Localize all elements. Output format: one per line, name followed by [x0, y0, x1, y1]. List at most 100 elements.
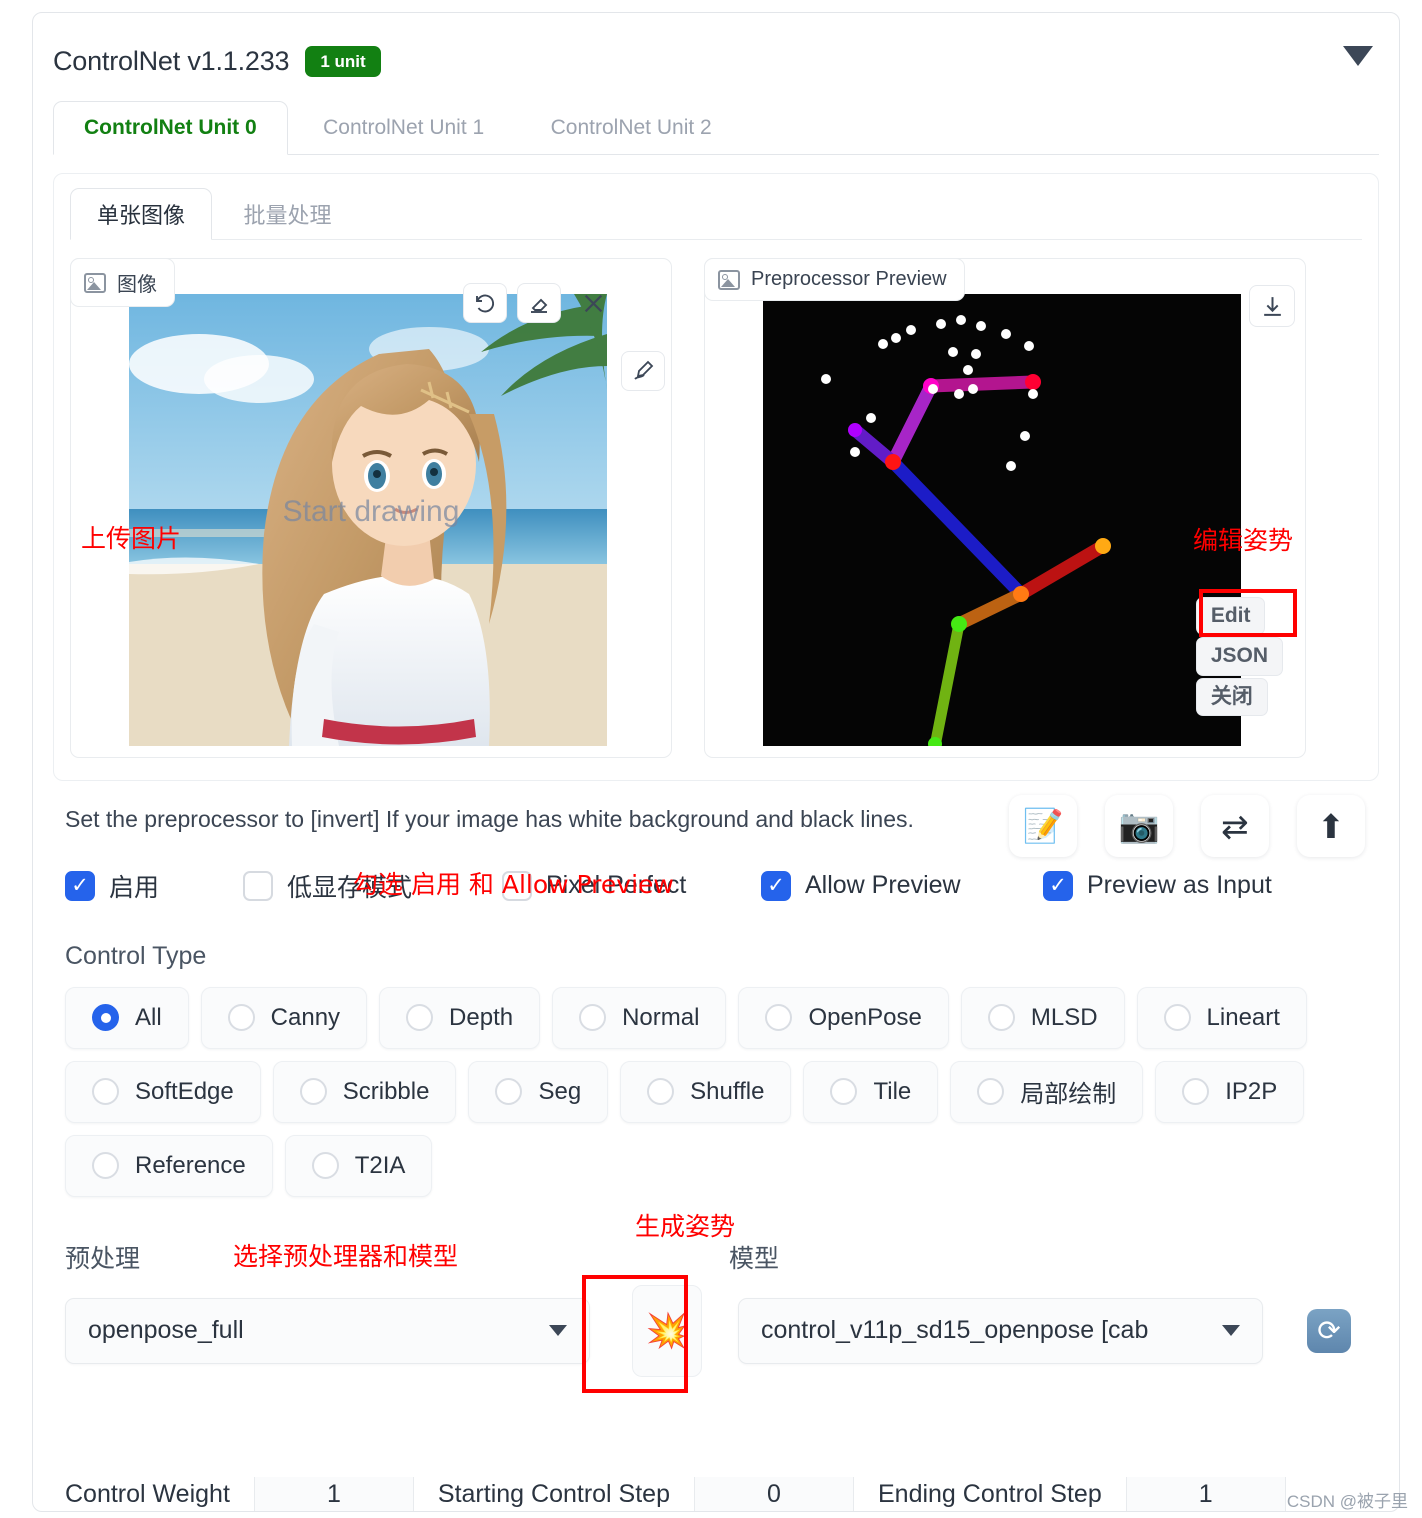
openpose-skeleton: [763, 294, 1241, 746]
checkbox-box: [243, 870, 273, 901]
control-type-seg[interactable]: Seg: [468, 1060, 609, 1123]
starting-step-label: Starting Control Step: [437, 1479, 670, 1508]
options-checkbox-row: 启用 低显存模式 Pixel Perfect Allow Preview Pre…: [33, 868, 1399, 904]
control-weight-row: Control Weight 1 Starting Control Step 0…: [65, 1477, 1379, 1511]
checkbox-preview-as-input[interactable]: Preview as Input: [1043, 870, 1272, 901]
control-weight-value[interactable]: 1: [253, 1477, 414, 1511]
image-tool-column: [621, 351, 665, 391]
ending-step-label: Ending Control Step: [877, 1479, 1102, 1508]
radio-label: Shuffle: [690, 1077, 765, 1105]
image-panes: 图像 Start drawing 上传图片 Preprocessor Previ…: [54, 240, 1378, 780]
preprocessor-model-labels: 预处理 选择预处理器和模型 生成姿势 模型: [65, 1213, 1383, 1273]
model-select[interactable]: control_v11p_sd15_openpose [cab: [738, 1297, 1263, 1364]
control-type-depth[interactable]: Depth: [379, 986, 541, 1049]
radio-label: All: [135, 1003, 162, 1031]
preprocessor-select[interactable]: openpose_full: [65, 1297, 590, 1364]
camera-icon[interactable]: 📷: [1105, 795, 1173, 857]
checkbox-label: Preview as Input: [1087, 871, 1272, 900]
radio-label: OpenPose: [808, 1003, 922, 1031]
tab-controlnet-unit-2[interactable]: ControlNet Unit 2: [520, 101, 743, 155]
pose-edit-buttons: Edit JSON 关闭: [1195, 597, 1283, 716]
source-image-label-chip: 图像: [70, 258, 175, 307]
control-type-normal[interactable]: Normal: [552, 986, 727, 1049]
radio-label: Seg: [538, 1077, 582, 1105]
radio-label: 局部绘制: [1020, 1081, 1117, 1109]
annotation-select-preprocessor: 选择预处理器和模型: [233, 1242, 459, 1271]
edit-button[interactable]: Edit: [1195, 597, 1266, 636]
page-title: ControlNet v1.1.233: [53, 45, 290, 76]
radio-dot: [1182, 1078, 1210, 1106]
control-type-t2ia[interactable]: T2IA: [284, 1134, 433, 1197]
radio-label: SoftEdge: [135, 1077, 234, 1105]
ending-step-value[interactable]: 1: [1125, 1477, 1286, 1511]
control-type-all[interactable]: All: [65, 986, 189, 1049]
source-image-label: 图像: [117, 274, 157, 296]
radio-label: Canny: [270, 1003, 341, 1031]
radio-label: Normal: [622, 1003, 700, 1031]
instruction-area: Set the preprocessor to [invert] If your…: [33, 781, 1399, 899]
control-type-lineart[interactable]: Lineart: [1136, 986, 1307, 1049]
refresh-models-button[interactable]: ⟳: [1301, 1303, 1357, 1359]
model-label: 模型: [729, 1244, 780, 1273]
tab-controlnet-unit-1[interactable]: ControlNet Unit 1: [292, 101, 515, 155]
instruction-text: Set the preprocessor to [invert] If your…: [65, 806, 914, 832]
undo-icon[interactable]: [463, 283, 507, 323]
radio-label: T2IA: [354, 1151, 406, 1179]
preprocessor-preview-pane[interactable]: Preprocessor Preview 编辑姿势 Edit JSON 关闭: [704, 258, 1306, 758]
radio-dot: [311, 1152, 339, 1180]
control-type-ip2p[interactable]: IP2P: [1155, 1060, 1305, 1123]
preprocessor-value: openpose_full: [88, 1316, 244, 1345]
starting-step-value[interactable]: 0: [693, 1477, 854, 1511]
radio-dot: [227, 1004, 255, 1032]
tab-controlnet-unit-0[interactable]: ControlNet Unit 0: [53, 101, 288, 155]
preprocessor-model-area: 预处理 选择预处理器和模型 生成姿势 模型 openpose_full 💥 co…: [33, 1213, 1399, 1393]
annotation-edit-pose: 编辑姿势: [1192, 526, 1293, 555]
radio-dot: [987, 1004, 1015, 1032]
source-image-canvas[interactable]: [129, 294, 607, 746]
draw-icon[interactable]: [621, 351, 665, 391]
swap-icon[interactable]: ⇄: [1201, 795, 1269, 857]
close-icon[interactable]: [571, 283, 615, 323]
source-image-pane[interactable]: 图像 Start drawing 上传图片: [70, 258, 672, 758]
chevron-down-icon: [549, 1325, 567, 1337]
refresh-icon: ⟳: [1307, 1308, 1351, 1353]
run-preprocessor-button[interactable]: 💥: [632, 1284, 702, 1377]
control-type-tile[interactable]: Tile: [803, 1060, 939, 1123]
chevron-down-icon: [1222, 1325, 1240, 1337]
tab-single-image[interactable]: 单张图像: [70, 188, 213, 240]
close-button[interactable]: 关闭: [1195, 677, 1268, 716]
control-type-inpaint[interactable]: 局部绘制: [950, 1060, 1144, 1123]
radio-label: IP2P: [1225, 1077, 1278, 1105]
memo-pencil-icon[interactable]: 📝: [1009, 795, 1077, 857]
control-type-softedge[interactable]: SoftEdge: [65, 1060, 261, 1123]
radio-dot: [92, 1078, 119, 1106]
control-type-reference[interactable]: Reference: [65, 1134, 273, 1197]
eraser-icon[interactable]: [517, 283, 561, 323]
control-type-scribble[interactable]: Scribble: [272, 1060, 457, 1123]
preview-label: Preprocessor Preview: [751, 268, 947, 290]
download-icon[interactable]: [1249, 285, 1295, 327]
preprocessor-label: 预处理: [65, 1244, 141, 1273]
csdn-watermark: CSDN @被子里: [1286, 1492, 1408, 1511]
tab-batch-process[interactable]: 批量处理: [216, 188, 358, 240]
uploaded-image: [129, 294, 607, 746]
json-button[interactable]: JSON: [1195, 637, 1283, 676]
triangle-down-icon[interactable]: [1343, 46, 1373, 66]
preview-label-chip: Preprocessor Preview: [704, 258, 965, 301]
checkbox-box: [761, 870, 791, 901]
checkbox-box: [1043, 870, 1073, 901]
unit-count-badge: 1 unit: [305, 45, 381, 77]
radio-label: MLSD: [1030, 1003, 1098, 1031]
checkbox-label: 启用: [109, 873, 160, 902]
checkbox-allow-preview[interactable]: Allow Preview: [761, 870, 1043, 901]
radio-dot: [406, 1004, 434, 1032]
upload-arrow-icon[interactable]: ⬆: [1297, 795, 1365, 857]
control-type-canny[interactable]: Canny: [200, 986, 368, 1049]
radio-dot: [765, 1004, 793, 1032]
checkbox-box: [65, 870, 95, 901]
control-type-mlsd[interactable]: MLSD: [960, 986, 1125, 1049]
control-type-shuffle[interactable]: Shuffle: [620, 1060, 792, 1123]
checkbox-enable[interactable]: 启用: [65, 868, 243, 904]
radio-dot: [1163, 1004, 1191, 1032]
control-type-openpose[interactable]: OpenPose: [738, 986, 949, 1049]
